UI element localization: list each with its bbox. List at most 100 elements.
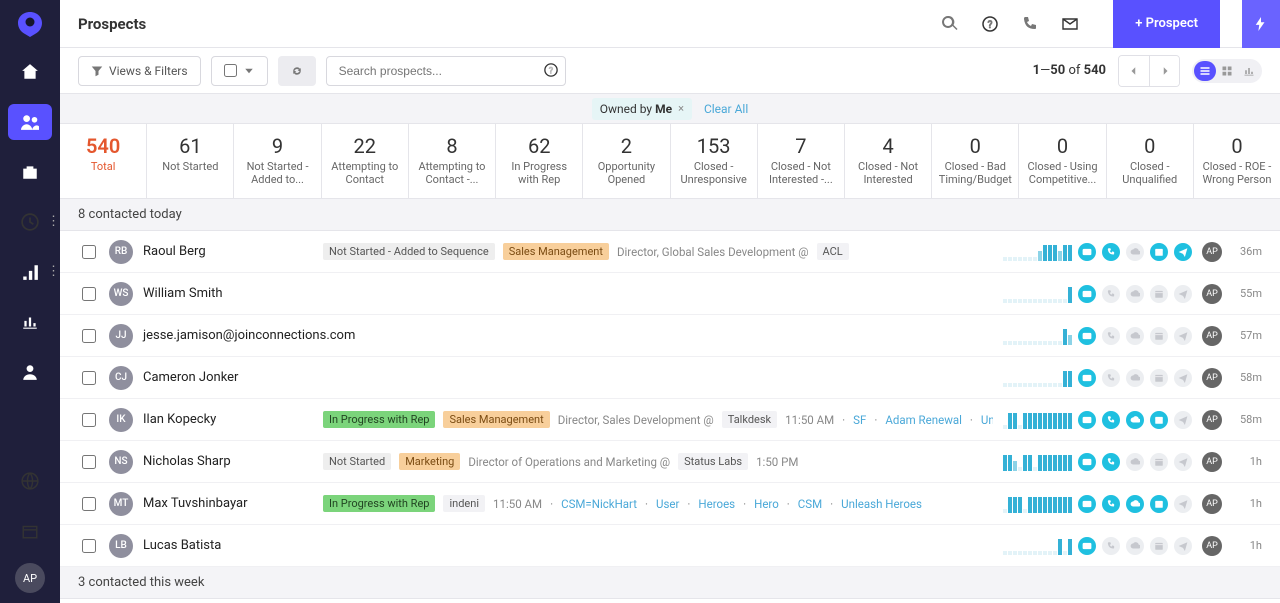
view-grid[interactable]	[1216, 61, 1238, 81]
stage-cell[interactable]: 61 Not Started	[147, 124, 234, 198]
filter-chip-owner[interactable]: Owned by Me ×	[592, 98, 692, 120]
sidebar-avatar[interactable]: AP	[15, 563, 45, 593]
bulk-select-button[interactable]	[211, 56, 268, 86]
account-tag[interactable]: Status Labs	[678, 453, 748, 470]
send-icon[interactable]	[1174, 537, 1192, 555]
row-checkbox[interactable]	[82, 497, 96, 511]
cal-icon[interactable]	[1150, 453, 1168, 471]
send-icon[interactable]	[1174, 495, 1192, 513]
quick-actions-button[interactable]	[1242, 0, 1280, 48]
prospect-name[interactable]: Max Tuvshinbayar	[143, 496, 313, 511]
send-icon[interactable]	[1174, 453, 1192, 471]
table-row[interactable]: RB Raoul Berg Not Started - Added to Seq…	[60, 231, 1280, 273]
owner-avatar[interactable]: AP	[1202, 242, 1222, 262]
mail-icon[interactable]	[1078, 243, 1096, 261]
nav-accounts[interactable]	[8, 154, 52, 190]
send-icon[interactable]	[1174, 243, 1192, 261]
table-row[interactable]	[60, 599, 1280, 603]
mail-icon[interactable]	[1078, 327, 1096, 345]
meta-link[interactable]: User	[656, 497, 679, 511]
stage-cell[interactable]: 62 In Progress with Rep	[496, 124, 583, 198]
phone-icon[interactable]	[1102, 369, 1120, 387]
nav-profile[interactable]	[8, 354, 52, 390]
phone-icon[interactable]	[1021, 15, 1039, 33]
refresh-button[interactable]	[278, 56, 316, 86]
account-tag[interactable]: Talkdesk	[722, 411, 777, 428]
cal-icon[interactable]	[1150, 537, 1168, 555]
nav-globe[interactable]	[8, 463, 52, 499]
search-help-icon[interactable]	[544, 63, 558, 81]
row-checkbox[interactable]	[82, 539, 96, 553]
table-row[interactable]: LB Lucas Batista AP 1h	[60, 525, 1280, 567]
row-checkbox[interactable]	[82, 287, 96, 301]
stage-cell[interactable]: 540 Total	[60, 124, 147, 198]
send-icon[interactable]	[1174, 285, 1192, 303]
search-input[interactable]	[326, 56, 566, 86]
nav-home[interactable]	[8, 54, 52, 90]
row-checkbox[interactable]	[82, 371, 96, 385]
search-icon[interactable]	[941, 15, 959, 33]
table-row[interactable]: WS William Smith AP 55m	[60, 273, 1280, 315]
phone-icon[interactable]	[1102, 495, 1120, 513]
phone-icon[interactable]	[1102, 537, 1120, 555]
phone-icon[interactable]	[1102, 243, 1120, 261]
cal-icon[interactable]	[1150, 411, 1168, 429]
table-row[interactable]: NS Nicholas Sharp Not Started Marketing …	[60, 441, 1280, 483]
stage-cell[interactable]: 0 Closed - Using Competitive...	[1019, 124, 1106, 198]
account-tag[interactable]: indeni	[443, 495, 485, 512]
send-icon[interactable]	[1174, 327, 1192, 345]
mail-icon[interactable]	[1078, 537, 1096, 555]
cal-icon[interactable]	[1150, 327, 1168, 345]
phone-icon[interactable]	[1102, 327, 1120, 345]
phone-icon[interactable]	[1102, 285, 1120, 303]
prospect-name[interactable]: William Smith	[143, 286, 313, 301]
cloud-icon[interactable]	[1126, 285, 1144, 303]
app-logo[interactable]	[14, 8, 46, 40]
cloud-icon[interactable]	[1126, 495, 1144, 513]
mail-icon[interactable]	[1078, 453, 1096, 471]
row-checkbox[interactable]	[82, 245, 96, 259]
nav-prospects[interactable]	[8, 104, 52, 140]
nav-tasks[interactable]: ⋮	[8, 204, 52, 240]
mail-icon[interactable]	[1078, 411, 1096, 429]
account-tag[interactable]: ACL	[817, 243, 849, 260]
cloud-icon[interactable]	[1126, 369, 1144, 387]
row-checkbox[interactable]	[82, 413, 96, 427]
meta-link[interactable]: CSM	[798, 497, 822, 511]
mail-icon[interactable]	[1078, 285, 1096, 303]
stage-cell[interactable]: 7 Closed - Not Interested -...	[758, 124, 845, 198]
cloud-icon[interactable]	[1126, 537, 1144, 555]
table-row[interactable]: IK Ilan Kopecky In Progress with Rep Sal…	[60, 399, 1280, 441]
stage-cell[interactable]: 0 Closed - ROE - Wrong Person	[1194, 124, 1280, 198]
meta-link[interactable]: Unleash	[981, 413, 993, 427]
cloud-icon[interactable]	[1126, 411, 1144, 429]
pager-next[interactable]	[1149, 56, 1179, 86]
stage-cell[interactable]: 2 Opportunity Opened	[583, 124, 670, 198]
stage-cell[interactable]: 0 Closed - Bad Timing/Budget	[932, 124, 1019, 198]
prospect-name[interactable]: Raoul Berg	[143, 244, 313, 259]
prospect-name[interactable]: Cameron Jonker	[143, 370, 313, 385]
prospect-name[interactable]: jesse.jamison@joinconnections.com	[143, 328, 313, 343]
stage-cell[interactable]: 4 Closed - Not Interested	[845, 124, 932, 198]
mail-icon[interactable]	[1078, 369, 1096, 387]
cloud-icon[interactable]	[1126, 453, 1144, 471]
stage-cell[interactable]: 153 Closed - Unresponsive	[671, 124, 758, 198]
nav-sequences[interactable]: ⋮	[8, 254, 52, 290]
pager-prev[interactable]	[1119, 56, 1149, 86]
meta-link[interactable]: Heroes	[698, 497, 735, 511]
nav-archive[interactable]	[8, 513, 52, 549]
table-row[interactable]: JJ jesse.jamison@joinconnections.com AP …	[60, 315, 1280, 357]
owner-avatar[interactable]: AP	[1202, 536, 1222, 556]
owner-avatar[interactable]: AP	[1202, 326, 1222, 346]
chip-remove-icon[interactable]: ×	[678, 102, 684, 115]
table-row[interactable]: CJ Cameron Jonker AP 58m	[60, 357, 1280, 399]
stage-cell[interactable]: 22 Attempting to Contact	[322, 124, 409, 198]
views-filters-button[interactable]: Views & Filters	[78, 56, 201, 86]
owner-avatar[interactable]: AP	[1202, 452, 1222, 472]
clear-all-link[interactable]: Clear All	[704, 102, 748, 116]
stage-cell[interactable]: 9 Not Started - Added to...	[234, 124, 321, 198]
meta-link[interactable]: CSM=NickHart	[561, 497, 637, 511]
send-icon[interactable]	[1174, 411, 1192, 429]
help-icon[interactable]	[981, 15, 999, 33]
cloud-icon[interactable]	[1126, 243, 1144, 261]
